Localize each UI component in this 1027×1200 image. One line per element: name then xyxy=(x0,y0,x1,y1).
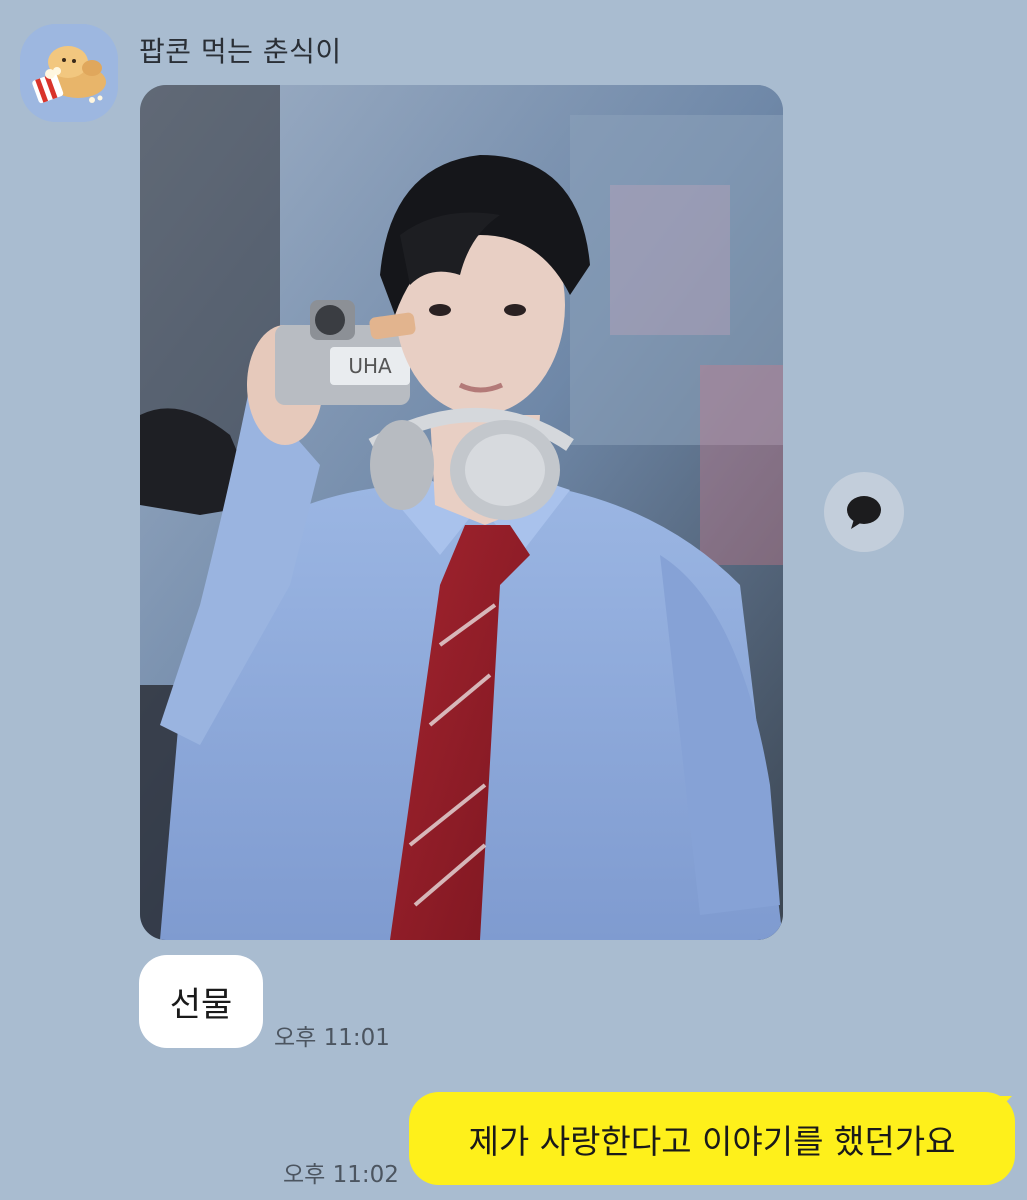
received-message-bubble[interactable]: 선물 xyxy=(139,955,263,1048)
received-message-time: 오후 11:01 xyxy=(274,1025,390,1051)
speech-bubble-icon xyxy=(847,496,881,529)
photo-image: UHA xyxy=(140,85,783,940)
received-message-text: 선물 xyxy=(169,985,233,1025)
camcorder-sticker-text: UHA xyxy=(348,354,392,378)
sender-avatar[interactable] xyxy=(20,24,118,122)
sent-message-bubble[interactable]: 제가 사랑한다고 이야기를 했던가요 xyxy=(409,1092,1015,1185)
popcorn-character-icon xyxy=(20,24,118,122)
sent-message-time: 오후 11:02 xyxy=(283,1162,399,1188)
photo-message[interactable]: UHA xyxy=(140,85,783,940)
share-button[interactable] xyxy=(824,472,904,552)
sender-name: 팝콘 먹는 춘식이 xyxy=(139,35,342,68)
sent-message-text: 제가 사랑한다고 이야기를 했던가요 xyxy=(468,1121,956,1161)
